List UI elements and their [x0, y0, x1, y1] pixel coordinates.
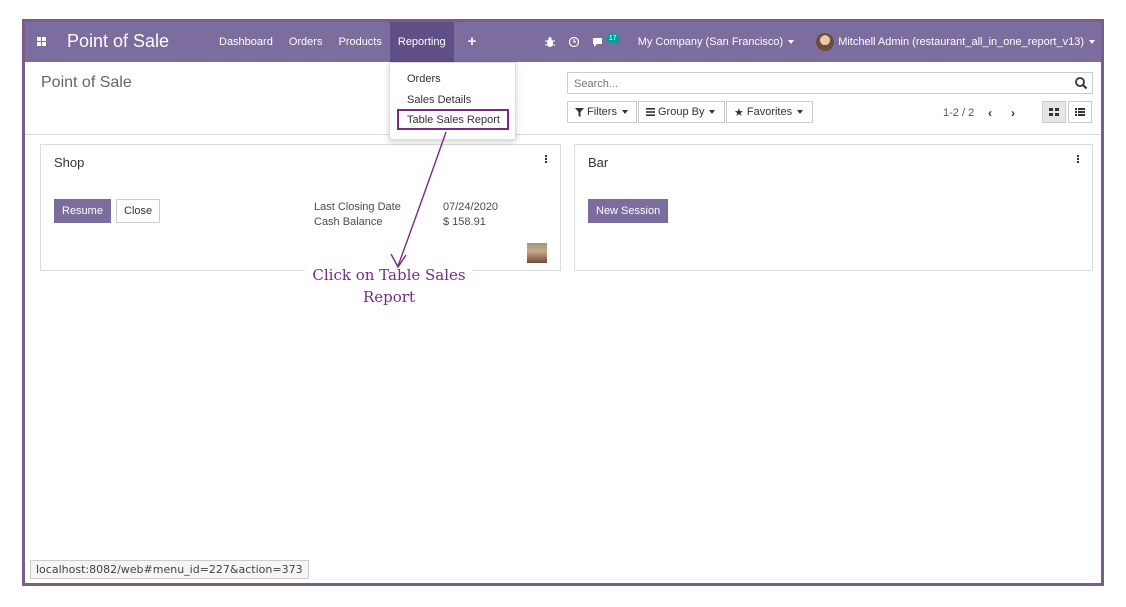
chat-icon	[592, 37, 602, 47]
chat-button[interactable]: 17	[592, 33, 620, 48]
search-box	[567, 72, 1093, 94]
add-menu-button[interactable]: +	[454, 22, 491, 62]
page-title: Point of Sale	[41, 74, 132, 91]
user-name: Mitchell Admin (restaurant_all_in_one_re…	[838, 36, 1084, 48]
company-name: My Company (San Francisco)	[637, 36, 784, 48]
resume-button[interactable]: Resume	[54, 199, 111, 223]
reporting-dropdown: Orders Sales Details Table Sales Report	[389, 62, 516, 140]
navbar-right: 17 My Company (San Francisco) Mitchell A…	[538, 22, 1101, 62]
filters-button[interactable]: Filters	[567, 101, 637, 123]
new-session-button[interactable]: New Session	[588, 199, 669, 223]
bug-icon[interactable]	[544, 36, 556, 48]
clock-icon[interactable]	[568, 36, 580, 48]
control-panel: Point of Sale Filters Group By ★ Favorit…	[25, 62, 1101, 135]
kebab-icon[interactable]	[1077, 155, 1080, 164]
responsible-avatar	[527, 243, 547, 263]
menu-reporting[interactable]: Reporting	[389, 22, 454, 62]
groupby-label: Group By	[658, 106, 705, 118]
dropdown-item-orders[interactable]: Orders	[407, 73, 441, 85]
chevron-down-icon	[788, 40, 795, 44]
search-icon[interactable]	[1074, 76, 1088, 90]
last-closing-value: 07/24/2020	[443, 201, 499, 213]
filter-icon	[575, 107, 584, 117]
favorites-button[interactable]: ★ Favorites	[726, 101, 813, 123]
card-title: Bar	[588, 155, 609, 170]
status-url-bar: localhost:8082/web#menu_id=227&action=37…	[30, 560, 309, 579]
cash-balance-label: Cash Balance	[314, 216, 383, 228]
menu-dashboard[interactable]: Dashboard	[211, 22, 281, 62]
chevron-left-icon[interactable]: ‹	[988, 106, 992, 120]
user-menu[interactable]: Mitchell Admin (restaurant_all_in_one_re…	[816, 33, 1095, 51]
star-icon: ★	[734, 106, 744, 119]
annotation-line-1: Click on Table Sales	[312, 266, 466, 284]
cash-balance-value: $ 158.91	[443, 216, 486, 228]
annotation-text: Click on Table Sales Report	[305, 264, 473, 308]
favorites-label: Favorites	[746, 106, 793, 118]
company-switcher[interactable]: My Company (San Francisco)	[638, 36, 795, 48]
user-avatar	[816, 33, 835, 51]
chevron-down-icon	[797, 110, 804, 114]
chevron-down-icon	[709, 110, 716, 114]
kanban-view-button[interactable]	[1042, 101, 1066, 123]
search-input[interactable]	[572, 74, 1066, 94]
chevron-right-icon[interactable]: ›	[1011, 106, 1015, 120]
chat-count-badge: 17	[605, 33, 620, 43]
app-window: Point of Sale Dashboard Orders Products …	[22, 19, 1104, 586]
dropdown-item-table-sales-report[interactable]: Table Sales Report	[407, 114, 500, 126]
dropdown-item-sales-details[interactable]: Sales Details	[407, 94, 471, 106]
app-brand[interactable]: Point of Sale	[67, 31, 169, 52]
list-view-icon	[1075, 108, 1085, 116]
groupby-button[interactable]: Group By	[638, 101, 725, 123]
card-title: Shop	[54, 155, 85, 170]
chevron-down-icon	[1089, 40, 1095, 44]
close-button[interactable]: Close	[116, 199, 161, 223]
pager-value[interactable]: 1-2 / 2	[943, 107, 974, 119]
filters-label: Filters	[587, 106, 617, 118]
kanban-view-icon	[1049, 108, 1059, 116]
pos-card-bar: Bar New Session	[574, 144, 1093, 271]
annotation-line-2: Report	[362, 288, 415, 306]
groupby-icon	[646, 108, 655, 116]
menu-products[interactable]: Products	[330, 22, 389, 62]
menu-orders[interactable]: Orders	[281, 22, 331, 62]
kebab-icon[interactable]	[545, 155, 548, 164]
main-menu: Dashboard Orders Products Reporting +	[211, 22, 490, 62]
pos-card-shop: Shop Resume Close Last Closing Date 07/2…	[40, 144, 561, 271]
apps-grid-icon[interactable]	[37, 37, 47, 46]
list-view-button[interactable]	[1068, 101, 1092, 123]
chevron-down-icon	[621, 110, 628, 114]
top-navbar: Point of Sale Dashboard Orders Products …	[25, 22, 1101, 62]
last-closing-label: Last Closing Date	[314, 201, 401, 213]
